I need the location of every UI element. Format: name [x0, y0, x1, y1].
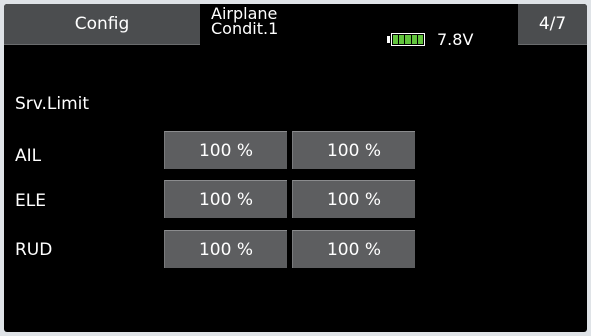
row-label-rud: RUD	[15, 240, 53, 260]
rud-limit-left-button[interactable]: 100 %	[164, 230, 287, 268]
ail-limit-left-value: 100 %	[198, 140, 253, 161]
rud-limit-right-button[interactable]: 100 %	[292, 230, 415, 268]
config-tab-label: Config	[74, 14, 130, 34]
model-info: Airplane Condit.1	[211, 6, 279, 38]
ail-limit-right-value: 100 %	[326, 140, 381, 161]
row-label-ail: AIL	[15, 146, 42, 166]
row-label-ele: ELE	[15, 191, 46, 211]
battery-voltage: 7.8V	[437, 30, 474, 49]
ail-limit-right-button[interactable]: 100 %	[292, 131, 415, 169]
ele-limit-left-value: 100 %	[198, 189, 253, 210]
page-indicator-label: 4/7	[538, 14, 567, 34]
ail-limit-left-button[interactable]: 100 %	[164, 131, 287, 169]
config-tab[interactable]: Config	[4, 4, 200, 45]
rud-limit-right-value: 100 %	[326, 239, 381, 260]
rud-limit-left-value: 100 %	[198, 239, 253, 260]
ele-limit-right-button[interactable]: 100 %	[292, 180, 415, 218]
ele-limit-left-button[interactable]: 100 %	[164, 180, 287, 218]
screen-frame: Config Airplane Condit.1 7.8V 4/7 Srv.Li…	[0, 0, 591, 336]
battery-icon	[387, 32, 427, 47]
lcd-display: Config Airplane Condit.1 7.8V 4/7 Srv.Li…	[4, 4, 587, 332]
condition-name: Condit.1	[211, 19, 279, 38]
section-title: Srv.Limit	[15, 94, 90, 114]
page-indicator[interactable]: 4/7	[518, 4, 587, 45]
ele-limit-right-value: 100 %	[326, 189, 381, 210]
